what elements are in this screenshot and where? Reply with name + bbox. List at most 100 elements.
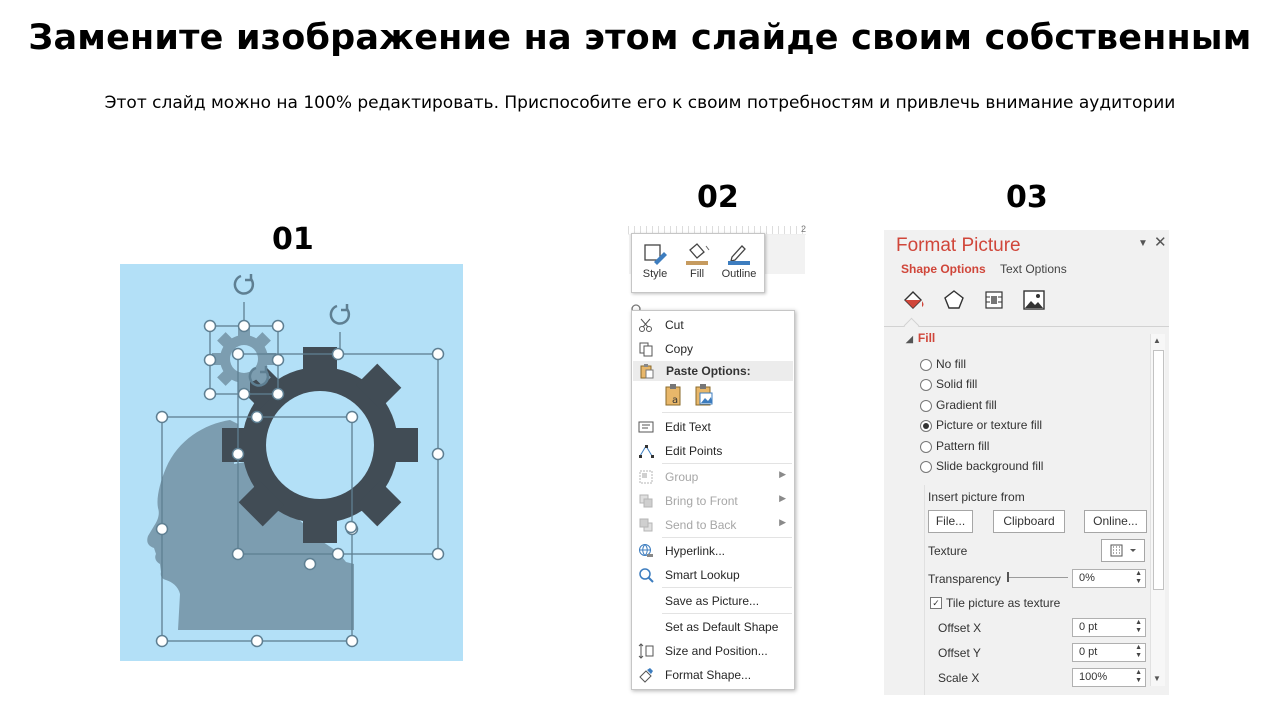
spinner-arrows-icon[interactable]: ▲ ▼ (1135, 619, 1142, 635)
head-gears-illustration (120, 264, 463, 661)
radio-button[interactable] (920, 359, 932, 371)
format-shape-icon (639, 668, 653, 683)
outline-pen-icon (728, 245, 750, 265)
menu-item-bring-to-front[interactable]: Bring to Front ▶ (632, 489, 794, 513)
menu-item-set-default-shape[interactable]: Set as Default Shape (632, 615, 794, 639)
step-number-02: 02 (697, 180, 739, 215)
radio-button[interactable] (920, 420, 932, 432)
menu-item-cut[interactable]: Cut (632, 313, 794, 337)
fill-section-header[interactable]: ◢ Fill (906, 331, 935, 345)
menu-item-format-shape[interactable]: Format Shape... (632, 663, 794, 687)
fill-option-label: No fill (936, 357, 967, 371)
menu-separator (662, 412, 792, 413)
menu-item-hyperlink[interactable]: Hyperlink... (632, 539, 794, 563)
submenu-arrow-icon: ▶ (779, 517, 786, 527)
fill-line-icon[interactable] (901, 288, 927, 312)
menu-separator (662, 613, 792, 614)
menu-item-send-to-back[interactable]: Send to Back ▶ (632, 513, 794, 537)
step-number-03: 03 (1006, 180, 1048, 215)
tab-text-options[interactable]: Text Options (1000, 262, 1067, 276)
close-icon[interactable]: ✕ (1154, 233, 1167, 251)
paste-keep-format-icon[interactable]: a (664, 383, 684, 407)
edit-text-icon (638, 421, 654, 433)
radio-button[interactable] (920, 400, 932, 412)
group-icon (639, 470, 653, 484)
pane-title: Format Picture (896, 235, 1021, 256)
transparency-input[interactable]: 0% ▲ ▼ (1072, 569, 1146, 588)
fill-button[interactable]: Fill (678, 238, 716, 288)
scroll-up-icon[interactable]: ▲ (1153, 336, 1161, 345)
online-button[interactable]: Online... (1084, 510, 1147, 533)
transparency-slider-thumb[interactable] (1007, 572, 1009, 582)
ruler-mark: 2 (800, 224, 806, 234)
fill-option-label: Gradient fill (936, 398, 997, 412)
menu-item-group[interactable]: Group ▶ (632, 465, 794, 489)
offset-x-input[interactable]: 0 pt ▲ ▼ (1072, 618, 1146, 637)
menu-item-edit-text[interactable]: Edit Text (632, 415, 794, 439)
style-button[interactable]: Style (636, 238, 674, 288)
edit-points-icon (639, 445, 654, 458)
spinner-arrows-icon[interactable]: ▲ ▼ (1135, 669, 1142, 685)
size-position-icon (638, 643, 654, 659)
picture-icon[interactable] (1021, 288, 1047, 312)
context-menu: Cut Copy Paste Options: a Edit Text Edit… (631, 310, 795, 690)
fill-option-label: Solid fill (936, 377, 978, 391)
menu-separator (662, 587, 792, 588)
scissors-icon (639, 318, 652, 332)
scale-x-input[interactable]: 100% ▲ ▼ (1072, 668, 1146, 687)
paste-picture-icon[interactable] (694, 383, 714, 407)
collapse-triangle-icon: ◢ (906, 334, 913, 344)
slide-subtitle: Этот слайд можно на 100% редактировать. … (104, 93, 1176, 113)
hyperlink-globe-icon (639, 544, 653, 557)
fill-option-label: Pattern fill (936, 439, 990, 453)
menu-item-size-and-position[interactable]: Size and Position... (632, 639, 794, 663)
head-gears-svg (147, 274, 445, 648)
effects-pentagon-icon[interactable] (941, 288, 967, 312)
fill-option-label: Picture or texture fill (936, 418, 1043, 432)
step-number-01: 01 (272, 222, 314, 257)
fill-label: Fill (689, 268, 705, 280)
tile-label: Tile picture as texture (946, 596, 1061, 610)
texture-dropdown[interactable] (1101, 539, 1145, 562)
scroll-down-icon[interactable]: ▼ (1153, 674, 1161, 683)
scrollbar-thumb[interactable] (1153, 350, 1164, 590)
slide-title: Замените изображение на этом слайде свои… (28, 18, 1252, 58)
transparency-slider-track[interactable] (1008, 577, 1068, 578)
svg-text:a: a (672, 395, 678, 406)
clipboard-button[interactable]: Clipboard (993, 510, 1065, 533)
offset-x-label: Offset X (938, 621, 982, 635)
transparency-label: Transparency (928, 572, 1001, 586)
menu-item-edit-points[interactable]: Edit Points (632, 439, 794, 463)
submenu-arrow-icon: ▶ (779, 493, 786, 503)
radio-button[interactable] (920, 379, 932, 391)
pane-scrollbar[interactable]: ▲ ▼ (1150, 334, 1165, 686)
fill-option-label: Slide background fill (936, 459, 1044, 473)
radio-button[interactable] (920, 441, 932, 453)
offset-y-input[interactable]: 0 pt ▲ ▼ (1072, 643, 1146, 662)
texture-pattern-icon (1110, 544, 1136, 557)
outline-label: Outline (721, 268, 757, 280)
texture-label: Texture (928, 544, 968, 558)
scale-x-label: Scale X (938, 671, 980, 685)
tab-shape-options[interactable]: Shape Options (901, 262, 986, 276)
pane-options-chevron-icon[interactable]: ▼ (1138, 238, 1148, 249)
style-icon (644, 244, 667, 265)
paste-options-header: Paste Options: (633, 361, 793, 381)
style-label: Style (642, 268, 668, 280)
spinner-arrows-icon[interactable]: ▲ ▼ (1135, 644, 1142, 660)
menu-item-save-as-picture[interactable]: Save as Picture... (632, 589, 794, 613)
submenu-arrow-icon: ▶ (779, 469, 786, 479)
size-properties-icon[interactable] (981, 288, 1007, 312)
menu-item-smart-lookup[interactable]: Smart Lookup (632, 563, 794, 587)
pane-divider (884, 326, 1169, 327)
radio-button[interactable] (920, 461, 932, 473)
clipboard-icon (640, 364, 654, 379)
spinner-arrows-icon[interactable]: ▲ ▼ (1135, 570, 1142, 586)
menu-item-copy[interactable]: Copy (632, 337, 794, 361)
tile-checkbox[interactable]: ✓ (930, 597, 942, 609)
menu-separator (662, 537, 792, 538)
file-button[interactable]: File... (928, 510, 973, 533)
outline-button[interactable]: Outline (720, 238, 758, 288)
smart-lookup-icon (639, 568, 654, 583)
insert-picture-from-label: Insert picture from (928, 490, 1025, 504)
